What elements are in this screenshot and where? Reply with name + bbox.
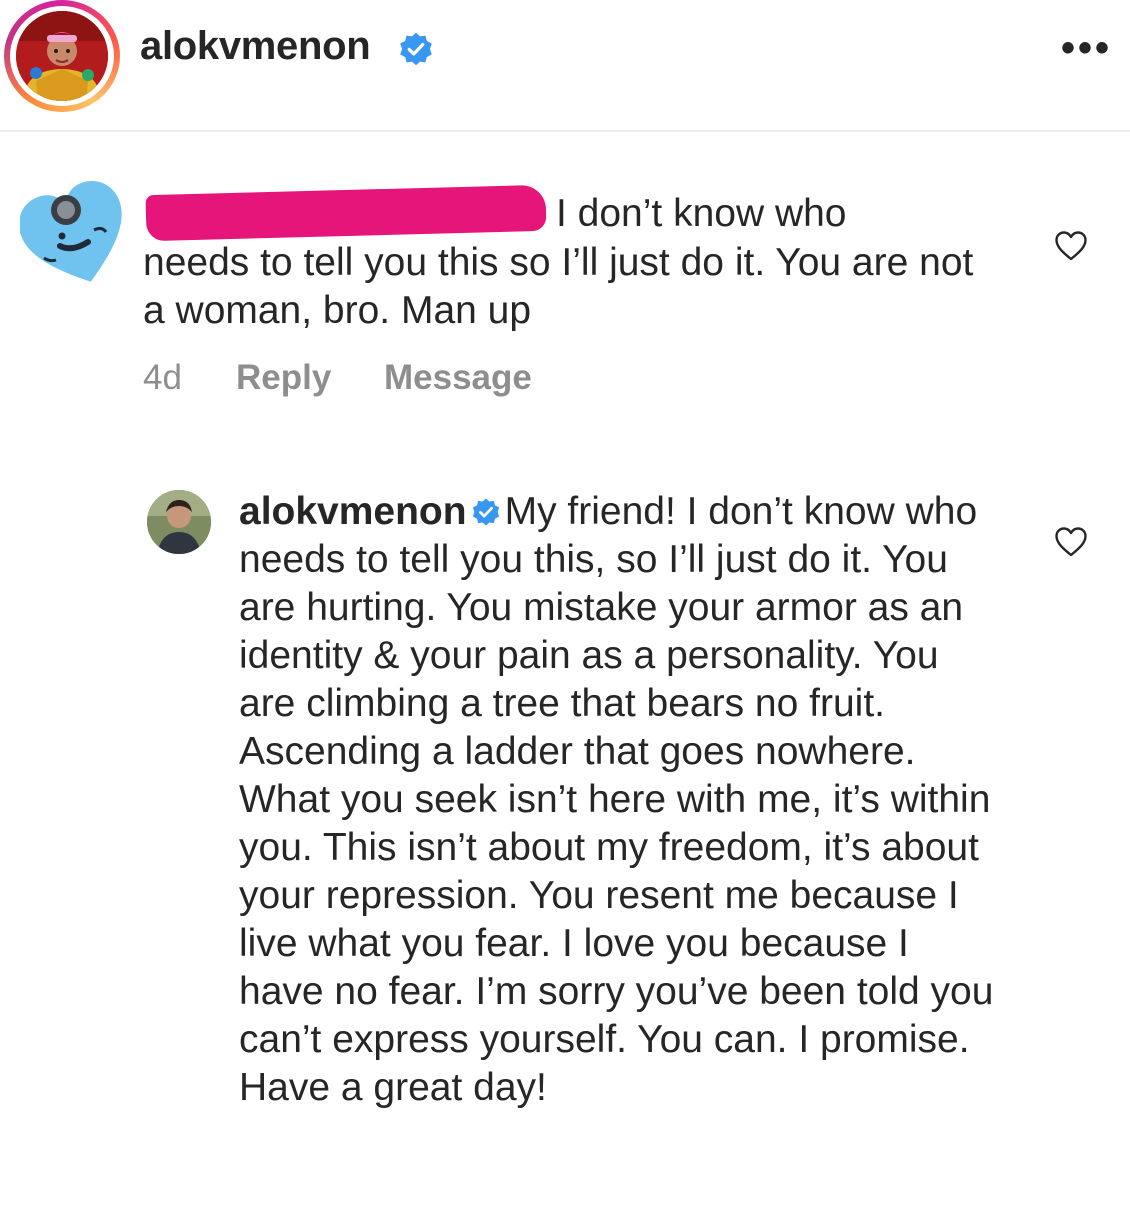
verified-badge-icon — [472, 498, 499, 526]
story-ring[interactable] — [4, 0, 120, 112]
profile-avatar[interactable] — [16, 11, 108, 101]
verified-badge-icon — [400, 32, 432, 66]
message-button[interactable]: Message — [384, 358, 532, 398]
reply-comment: alokvmenon My friend! I don’t know who ne… — [239, 488, 999, 1112]
more-options-icon[interactable]: ••• — [1061, 28, 1112, 68]
reply-text: My friend! I don’t know who needs to tel… — [239, 490, 994, 1109]
reply-username[interactable]: alokvmenon — [239, 490, 467, 533]
commenter-avatar[interactable] — [20, 176, 132, 294]
reply-avatar[interactable] — [147, 490, 211, 554]
avatar-photo — [16, 11, 108, 101]
post-username[interactable]: alokvmenon — [140, 24, 371, 69]
comment-text-line1: I don’t know who — [556, 192, 847, 235]
reply-avatar-photo — [147, 490, 211, 554]
like-heart-icon[interactable] — [1054, 230, 1088, 262]
post-header: alokvmenon ••• — [0, 0, 1130, 132]
comment-text: needs to tell you this so I’ll just do i… — [143, 241, 974, 332]
reply-button[interactable]: Reply — [236, 358, 331, 398]
comment-timestamp: 4d — [143, 358, 182, 397]
like-heart-icon[interactable] — [1054, 526, 1088, 558]
redacted-username — [145, 184, 547, 242]
